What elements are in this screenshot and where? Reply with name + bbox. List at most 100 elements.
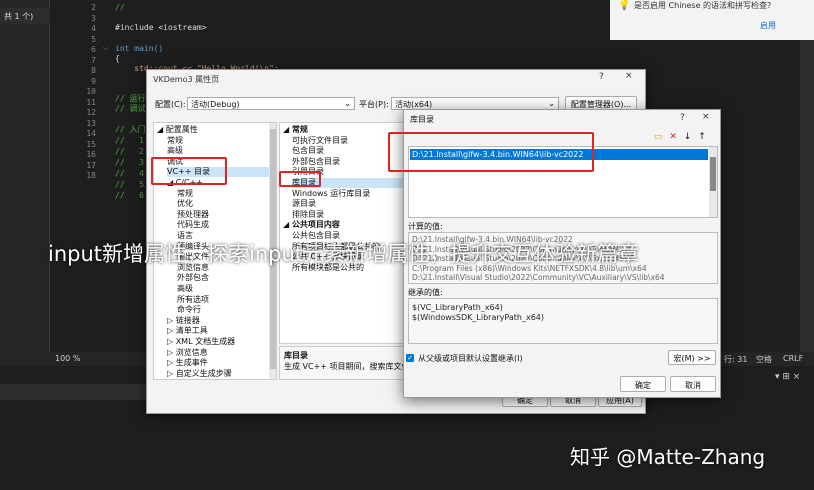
code-line: int main() [115, 44, 164, 53]
platform-value: 活动(x64) [395, 100, 433, 109]
highlight-box-vc-dirs [151, 157, 227, 185]
line-number: 13 [86, 118, 96, 128]
code-line: // 2. [115, 147, 149, 156]
computed-label: 计算的值: [408, 222, 443, 231]
property-list-item[interactable]: 外部包含目录 [292, 157, 340, 167]
tree-item[interactable]: 所有选项 [177, 295, 209, 305]
inherited-label: 继承的值: [408, 288, 443, 297]
inherited-value: $(WindowsSDK_LibraryPath_x64) [412, 313, 544, 322]
config-value: 活动(Debug) [191, 100, 240, 109]
tree-item[interactable]: ▷ 自定义生成步骤 [167, 369, 232, 379]
tree-item[interactable]: 优化 [177, 199, 193, 209]
property-list-item[interactable]: 包含目录 [292, 146, 324, 156]
line-number: 18 [86, 171, 96, 180]
chevron-down-icon: ⌄ [548, 99, 555, 108]
property-list-item[interactable]: 源目录 [292, 199, 316, 209]
code-line: // 6. [115, 191, 149, 200]
lightbulb-icon: 💡 [618, 0, 631, 11]
config-combo[interactable]: 活动(Debug) ⌄ [187, 97, 355, 110]
property-list-item[interactable]: 可执行文件目录 [292, 136, 348, 146]
lib-close-button[interactable]: × [702, 112, 710, 122]
line-number: 2 [91, 3, 96, 12]
enable-link[interactable]: 启用 [760, 20, 776, 31]
tree-item[interactable]: ▷ 浏览信息 [167, 348, 208, 358]
code-line: // [115, 3, 125, 12]
code-line: // 调试 [115, 104, 146, 113]
macros-button[interactable]: 宏(M) >> [668, 350, 716, 365]
collapse-icon[interactable]: ⌵ [103, 44, 108, 53]
code-line: // 3. [115, 158, 149, 167]
indent-indicator[interactable]: 空格 [756, 354, 772, 365]
tree-item[interactable]: 常规 [167, 136, 183, 146]
highlight-box-lib-dirs [279, 171, 321, 187]
eol-indicator[interactable]: CRLF [783, 354, 803, 363]
tree-item[interactable]: 高级 [167, 146, 183, 156]
lib-ok-button[interactable]: 确定 [620, 376, 666, 392]
code-line: // 5. [115, 180, 149, 189]
platform-label: 平台(P): [359, 100, 389, 109]
tree-item[interactable]: ◢ 配置属性 [157, 125, 198, 135]
chevron-down-icon: ⌄ [344, 99, 351, 108]
line-number: 11 [86, 97, 96, 107]
window-controls[interactable]: ▾ ⊞ × [775, 372, 800, 382]
entry-scrollbar[interactable] [709, 147, 717, 217]
lib-cancel-button[interactable]: 取消 [670, 376, 716, 392]
line-number: 6 [91, 45, 96, 54]
move-down-icon[interactable]: ↓ [684, 132, 692, 142]
tree-item[interactable]: ▷ 链接器 [167, 316, 200, 326]
line-number: 5 [91, 34, 96, 44]
vertical-scrollbar[interactable] [800, 40, 814, 370]
spellcheck-notification: 💡 是否启用 Chinese 的语法和拼写检查? 启用 [610, 0, 814, 40]
code-line: // 4. [115, 169, 149, 178]
inherited-values: $(VC_LibraryPath_x64) $(WindowsSDK_Librar… [408, 298, 718, 344]
config-label: 配置(C): [155, 100, 186, 109]
tree-item[interactable]: 代码生成 [177, 220, 209, 230]
new-folder-icon[interactable]: ▭ [654, 132, 663, 142]
tree-item[interactable]: 常规 [177, 189, 193, 199]
line-number-gutter: 2 3 4 5 6 7 8 9 10 11 12 13 14 15 16 17 18 [78, 0, 98, 355]
line-number: 15 [86, 139, 96, 149]
line-indicator: 行: 31 [724, 355, 748, 364]
property-list-item[interactable]: Windows 运行库目录 [292, 189, 370, 199]
move-up-icon[interactable]: ↑ [698, 132, 706, 142]
property-list-item[interactable]: 排除目录 [292, 210, 324, 220]
line-number: 3 [91, 13, 96, 23]
property-list-item[interactable]: ◢ 常规 [283, 125, 308, 135]
line-number: 9 [91, 76, 96, 86]
tree-item[interactable]: 预处理器 [177, 210, 209, 220]
tree-item[interactable]: ▷ Code Analysis [167, 379, 232, 380]
article-headline: input新增属性，探索input元素新增属性，提升交互体验新篇章 [48, 242, 640, 266]
close-button[interactable]: × [625, 71, 633, 81]
lib-dialog-title: 库目录 [410, 115, 434, 124]
tree-item[interactable]: 外部包含 [177, 273, 209, 283]
computed-value: D:\21.Install\Visual Studio\2022\Communi… [412, 273, 665, 282]
entry-scroll-thumb[interactable] [710, 157, 716, 191]
entry-toolbar: ▭ ✕ ↓ ↑ [654, 132, 706, 142]
line-number: 7 [91, 55, 96, 65]
tree-item[interactable]: ▷ XML 文档生成器 [167, 337, 235, 347]
line-number: 12 [86, 108, 96, 117]
code-line: // 入门 [115, 125, 146, 134]
tree-item[interactable]: ▷ 清单工具 [167, 326, 208, 336]
tree-item[interactable]: 高级 [177, 284, 193, 294]
left-panel-tab[interactable]: 共 1 个) [0, 8, 50, 24]
notification-text: 是否启用 Chinese 的语法和拼写检查? [634, 1, 772, 10]
zoom-level[interactable]: 100 % [55, 354, 80, 363]
dialog-title: VKDemo3 属性页 [153, 75, 220, 84]
author-credit: 知乎 @Matte-Zhang [570, 445, 766, 469]
help-button[interactable]: ? [599, 72, 604, 82]
lib-help-button[interactable]: ? [680, 113, 685, 123]
line-number: 4 [91, 24, 96, 33]
line-number: 17 [86, 160, 96, 170]
inherit-checkbox[interactable]: ✓ [406, 354, 414, 362]
description-title: 库目录 [284, 351, 308, 360]
inherited-value: $(VC_LibraryPath_x64) [412, 303, 503, 312]
tree-item[interactable]: ▷ 生成事件 [167, 358, 208, 368]
line-number: 10 [86, 87, 96, 96]
property-list-item[interactable]: ◢ 公共项目内容 [283, 220, 340, 230]
tree-item[interactable]: 命令行 [177, 305, 201, 315]
code-line: // 1. [115, 136, 149, 145]
delete-icon[interactable]: ✕ [669, 132, 677, 142]
code-line: #include <iostream> [115, 23, 207, 32]
line-number: 16 [86, 150, 96, 159]
